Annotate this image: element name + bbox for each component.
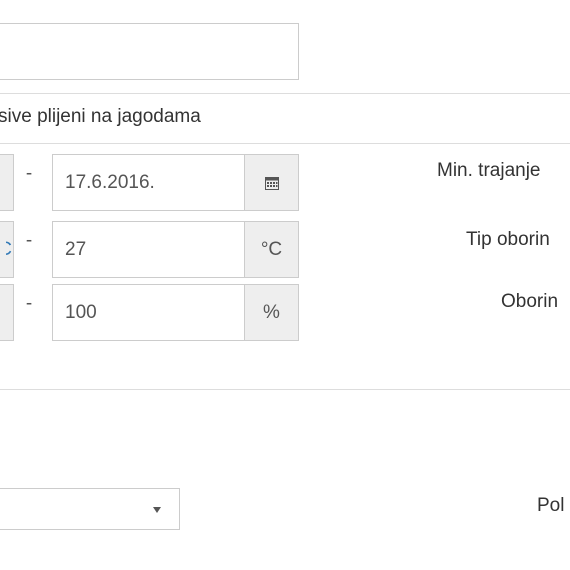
humidity-unit-addon: %: [244, 284, 299, 341]
precipitation-label: Oborin: [501, 291, 559, 312]
date-to-input[interactable]: 17.6.2016.: [52, 154, 245, 211]
divider-bottom: [0, 389, 570, 390]
divider-title: [0, 143, 570, 144]
date-to-calendar-button[interactable]: [244, 154, 299, 211]
selection-title: sive plijeni na jagodama: [0, 106, 201, 127]
form-panel: sive plijeni na jagodama - 17.6.2016. Mi…: [0, 0, 570, 570]
caret-down-icon: [153, 507, 161, 513]
divider-top: [0, 93, 570, 94]
bottom-right-label: Pol: [537, 495, 565, 516]
temperature-unit-addon: °C: [244, 221, 299, 278]
top-text-input[interactable]: [0, 23, 299, 80]
filter-select[interactable]: [0, 488, 180, 530]
date-from-addon: [0, 154, 14, 211]
date-range-dash: -: [25, 163, 33, 184]
humidity-range-dash: -: [25, 293, 33, 314]
calendar-icon: [264, 176, 279, 190]
humidity-to-input[interactable]: 100: [52, 284, 245, 341]
temperature-range-dash: -: [25, 230, 33, 251]
temperature-from-addon: C: [0, 221, 14, 278]
humidity-from-addon: [0, 284, 14, 341]
temperature-from-unit-partial: C: [6, 239, 12, 261]
temperature-to-input[interactable]: 27: [52, 221, 245, 278]
precipitation-type-label: Tip oborin: [466, 229, 550, 250]
min-duration-label: Min. trajanje: [437, 160, 541, 181]
